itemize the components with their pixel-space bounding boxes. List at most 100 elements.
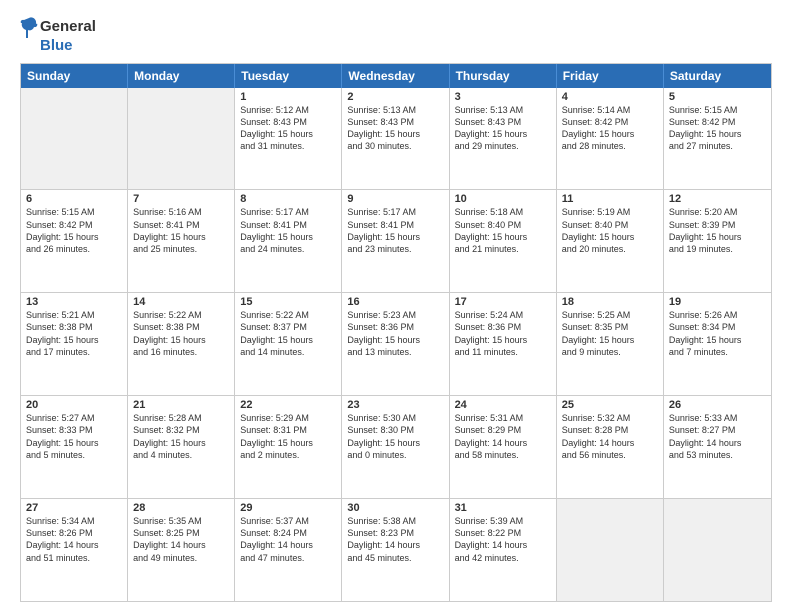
day-number: 21 <box>133 399 229 411</box>
day-cell-20: 20Sunrise: 5:27 AM Sunset: 8:33 PM Dayli… <box>21 396 128 498</box>
day-number: 9 <box>347 193 443 205</box>
day-info: Sunrise: 5:16 AM Sunset: 8:41 PM Dayligh… <box>133 206 229 255</box>
day-cell-19: 19Sunrise: 5:26 AM Sunset: 8:34 PM Dayli… <box>664 293 771 395</box>
calendar-row-3: 20Sunrise: 5:27 AM Sunset: 8:33 PM Dayli… <box>21 395 771 498</box>
day-number: 27 <box>26 502 122 514</box>
day-number: 24 <box>455 399 551 411</box>
day-number: 12 <box>669 193 766 205</box>
day-info: Sunrise: 5:22 AM Sunset: 8:38 PM Dayligh… <box>133 309 229 358</box>
day-cell-23: 23Sunrise: 5:30 AM Sunset: 8:30 PM Dayli… <box>342 396 449 498</box>
day-number: 3 <box>455 91 551 103</box>
calendar-row-1: 6Sunrise: 5:15 AM Sunset: 8:42 PM Daylig… <box>21 189 771 292</box>
day-number: 5 <box>669 91 766 103</box>
calendar-row-4: 27Sunrise: 5:34 AM Sunset: 8:26 PM Dayli… <box>21 498 771 601</box>
day-number: 13 <box>26 296 122 308</box>
day-info: Sunrise: 5:24 AM Sunset: 8:36 PM Dayligh… <box>455 309 551 358</box>
day-cell-24: 24Sunrise: 5:31 AM Sunset: 8:29 PM Dayli… <box>450 396 557 498</box>
day-cell-13: 13Sunrise: 5:21 AM Sunset: 8:38 PM Dayli… <box>21 293 128 395</box>
day-info: Sunrise: 5:19 AM Sunset: 8:40 PM Dayligh… <box>562 206 658 255</box>
day-info: Sunrise: 5:17 AM Sunset: 8:41 PM Dayligh… <box>347 206 443 255</box>
day-cell-15: 15Sunrise: 5:22 AM Sunset: 8:37 PM Dayli… <box>235 293 342 395</box>
day-cell-8: 8Sunrise: 5:17 AM Sunset: 8:41 PM Daylig… <box>235 190 342 292</box>
empty-cell <box>21 88 128 190</box>
header-day-tuesday: Tuesday <box>235 64 342 88</box>
day-info: Sunrise: 5:20 AM Sunset: 8:39 PM Dayligh… <box>669 206 766 255</box>
day-info: Sunrise: 5:29 AM Sunset: 8:31 PM Dayligh… <box>240 412 336 461</box>
day-number: 29 <box>240 502 336 514</box>
day-cell-27: 27Sunrise: 5:34 AM Sunset: 8:26 PM Dayli… <box>21 499 128 601</box>
day-number: 8 <box>240 193 336 205</box>
calendar-row-2: 13Sunrise: 5:21 AM Sunset: 8:38 PM Dayli… <box>21 292 771 395</box>
day-info: Sunrise: 5:12 AM Sunset: 8:43 PM Dayligh… <box>240 104 336 153</box>
header-day-sunday: Sunday <box>21 64 128 88</box>
day-info: Sunrise: 5:15 AM Sunset: 8:42 PM Dayligh… <box>669 104 766 153</box>
day-number: 20 <box>26 399 122 411</box>
logo-general: General <box>40 19 96 36</box>
day-cell-31: 31Sunrise: 5:39 AM Sunset: 8:22 PM Dayli… <box>450 499 557 601</box>
day-cell-26: 26Sunrise: 5:33 AM Sunset: 8:27 PM Dayli… <box>664 396 771 498</box>
day-cell-1: 1Sunrise: 5:12 AM Sunset: 8:43 PM Daylig… <box>235 88 342 190</box>
day-info: Sunrise: 5:14 AM Sunset: 8:42 PM Dayligh… <box>562 104 658 153</box>
day-number: 4 <box>562 91 658 103</box>
day-info: Sunrise: 5:30 AM Sunset: 8:30 PM Dayligh… <box>347 412 443 461</box>
day-info: Sunrise: 5:13 AM Sunset: 8:43 PM Dayligh… <box>455 104 551 153</box>
day-info: Sunrise: 5:26 AM Sunset: 8:34 PM Dayligh… <box>669 309 766 358</box>
day-cell-2: 2Sunrise: 5:13 AM Sunset: 8:43 PM Daylig… <box>342 88 449 190</box>
day-number: 19 <box>669 296 766 308</box>
day-info: Sunrise: 5:15 AM Sunset: 8:42 PM Dayligh… <box>26 206 122 255</box>
day-info: Sunrise: 5:28 AM Sunset: 8:32 PM Dayligh… <box>133 412 229 461</box>
day-info: Sunrise: 5:13 AM Sunset: 8:43 PM Dayligh… <box>347 104 443 153</box>
day-cell-17: 17Sunrise: 5:24 AM Sunset: 8:36 PM Dayli… <box>450 293 557 395</box>
day-number: 18 <box>562 296 658 308</box>
day-number: 30 <box>347 502 443 514</box>
day-cell-11: 11Sunrise: 5:19 AM Sunset: 8:40 PM Dayli… <box>557 190 664 292</box>
day-cell-16: 16Sunrise: 5:23 AM Sunset: 8:36 PM Dayli… <box>342 293 449 395</box>
day-number: 22 <box>240 399 336 411</box>
day-number: 17 <box>455 296 551 308</box>
day-info: Sunrise: 5:33 AM Sunset: 8:27 PM Dayligh… <box>669 412 766 461</box>
day-info: Sunrise: 5:27 AM Sunset: 8:33 PM Dayligh… <box>26 412 122 461</box>
day-info: Sunrise: 5:35 AM Sunset: 8:25 PM Dayligh… <box>133 515 229 564</box>
calendar-body: 1Sunrise: 5:12 AM Sunset: 8:43 PM Daylig… <box>21 88 771 602</box>
day-cell-10: 10Sunrise: 5:18 AM Sunset: 8:40 PM Dayli… <box>450 190 557 292</box>
day-cell-21: 21Sunrise: 5:28 AM Sunset: 8:32 PM Dayli… <box>128 396 235 498</box>
day-info: Sunrise: 5:23 AM Sunset: 8:36 PM Dayligh… <box>347 309 443 358</box>
day-cell-5: 5Sunrise: 5:15 AM Sunset: 8:42 PM Daylig… <box>664 88 771 190</box>
day-cell-3: 3Sunrise: 5:13 AM Sunset: 8:43 PM Daylig… <box>450 88 557 190</box>
day-info: Sunrise: 5:22 AM Sunset: 8:37 PM Dayligh… <box>240 309 336 358</box>
day-cell-7: 7Sunrise: 5:16 AM Sunset: 8:41 PM Daylig… <box>128 190 235 292</box>
day-info: Sunrise: 5:31 AM Sunset: 8:29 PM Dayligh… <box>455 412 551 461</box>
day-cell-9: 9Sunrise: 5:17 AM Sunset: 8:41 PM Daylig… <box>342 190 449 292</box>
day-info: Sunrise: 5:39 AM Sunset: 8:22 PM Dayligh… <box>455 515 551 564</box>
page: General Blue SundayMondayTuesdayWednesda… <box>0 0 792 612</box>
logo: General Blue <box>20 16 96 55</box>
calendar-header: SundayMondayTuesdayWednesdayThursdayFrid… <box>21 64 771 88</box>
day-info: Sunrise: 5:38 AM Sunset: 8:23 PM Dayligh… <box>347 515 443 564</box>
day-info: Sunrise: 5:18 AM Sunset: 8:40 PM Dayligh… <box>455 206 551 255</box>
day-number: 16 <box>347 296 443 308</box>
empty-cell <box>557 499 664 601</box>
day-info: Sunrise: 5:34 AM Sunset: 8:26 PM Dayligh… <box>26 515 122 564</box>
calendar: SundayMondayTuesdayWednesdayThursdayFrid… <box>20 63 772 603</box>
day-cell-4: 4Sunrise: 5:14 AM Sunset: 8:42 PM Daylig… <box>557 88 664 190</box>
day-number: 14 <box>133 296 229 308</box>
day-number: 10 <box>455 193 551 205</box>
empty-cell <box>128 88 235 190</box>
logo-bird-icon <box>20 16 38 38</box>
day-cell-18: 18Sunrise: 5:25 AM Sunset: 8:35 PM Dayli… <box>557 293 664 395</box>
day-cell-12: 12Sunrise: 5:20 AM Sunset: 8:39 PM Dayli… <box>664 190 771 292</box>
header-day-friday: Friday <box>557 64 664 88</box>
day-number: 26 <box>669 399 766 411</box>
day-info: Sunrise: 5:25 AM Sunset: 8:35 PM Dayligh… <box>562 309 658 358</box>
day-number: 23 <box>347 399 443 411</box>
header-day-thursday: Thursday <box>450 64 557 88</box>
day-number: 11 <box>562 193 658 205</box>
logo-blue: Blue <box>40 38 96 55</box>
day-number: 6 <box>26 193 122 205</box>
day-number: 25 <box>562 399 658 411</box>
day-cell-25: 25Sunrise: 5:32 AM Sunset: 8:28 PM Dayli… <box>557 396 664 498</box>
day-number: 28 <box>133 502 229 514</box>
day-info: Sunrise: 5:17 AM Sunset: 8:41 PM Dayligh… <box>240 206 336 255</box>
calendar-row-0: 1Sunrise: 5:12 AM Sunset: 8:43 PM Daylig… <box>21 88 771 190</box>
day-number: 7 <box>133 193 229 205</box>
